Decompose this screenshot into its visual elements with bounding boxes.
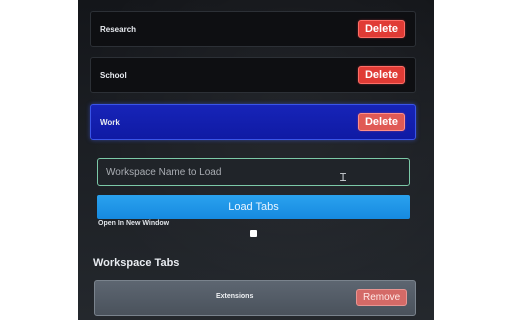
open-in-new-window-checkbox[interactable] xyxy=(250,230,257,237)
extension-popup: Research Delete School Delete Work Delet… xyxy=(78,0,434,320)
workspace-tabs-heading: Workspace Tabs xyxy=(93,257,180,269)
delete-button[interactable]: Delete xyxy=(357,66,405,84)
workspace-name: Research xyxy=(100,24,137,34)
workspace-name: Work xyxy=(100,117,120,127)
workspace-item-school[interactable]: School Delete xyxy=(90,57,416,93)
tab-list-item: Extensions Remove xyxy=(94,280,416,316)
load-tabs-button[interactable]: Load Tabs xyxy=(97,195,410,219)
delete-button[interactable]: Delete xyxy=(357,113,405,131)
workspace-item-research[interactable]: Research Delete xyxy=(90,11,416,47)
workspace-name: School xyxy=(100,70,127,80)
workspace-name-input[interactable] xyxy=(97,158,410,186)
open-in-new-window-label: Open In New Window xyxy=(98,220,170,227)
remove-button[interactable]: Remove xyxy=(356,289,408,306)
delete-button[interactable]: Delete xyxy=(357,20,405,38)
workspace-item-work[interactable]: Work Delete xyxy=(90,104,416,140)
text-cursor-icon: Ɪ xyxy=(340,171,347,184)
tab-label: Extensions xyxy=(216,293,254,300)
